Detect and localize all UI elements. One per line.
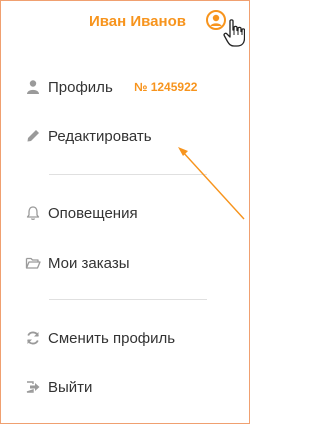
menu-item-logout-label: Выйти — [48, 378, 93, 396]
folder-icon — [25, 255, 41, 271]
menu-item-notifications[interactable]: Оповещения — [25, 202, 138, 224]
bell-icon — [25, 205, 41, 221]
menu-item-notifications-label: Оповещения — [48, 204, 138, 222]
menu-divider — [49, 174, 207, 175]
menu-item-logout[interactable]: Выйти — [25, 376, 92, 398]
pencil-icon — [25, 128, 41, 144]
menu-item-orders-label: Мои заказы — [48, 254, 130, 272]
menu-item-switch-profile[interactable]: Сменить профиль — [25, 327, 175, 349]
user-dropdown-panel: Иван Иванов Профиль № 1245922 Редактиров… — [0, 0, 250, 424]
menu-item-switch-profile-label: Сменить профиль — [48, 329, 176, 347]
menu-item-edit[interactable]: Редактировать — [25, 125, 152, 147]
logout-icon — [25, 379, 41, 395]
profile-id-badge: № 1245922 — [134, 80, 198, 94]
header: Иван Иванов — [1, 1, 249, 47]
menu-divider — [49, 299, 207, 300]
menu-item-orders[interactable]: Мои заказы — [25, 252, 130, 274]
hand-cursor-icon — [223, 19, 246, 47]
menu-item-edit-label: Редактировать — [48, 127, 152, 145]
menu-item-profile-label: Профиль — [48, 78, 113, 96]
menu-item-profile[interactable]: Профиль — [25, 76, 113, 98]
user-icon — [25, 79, 41, 95]
user-name[interactable]: Иван Иванов — [89, 13, 186, 30]
refresh-icon — [25, 330, 41, 346]
